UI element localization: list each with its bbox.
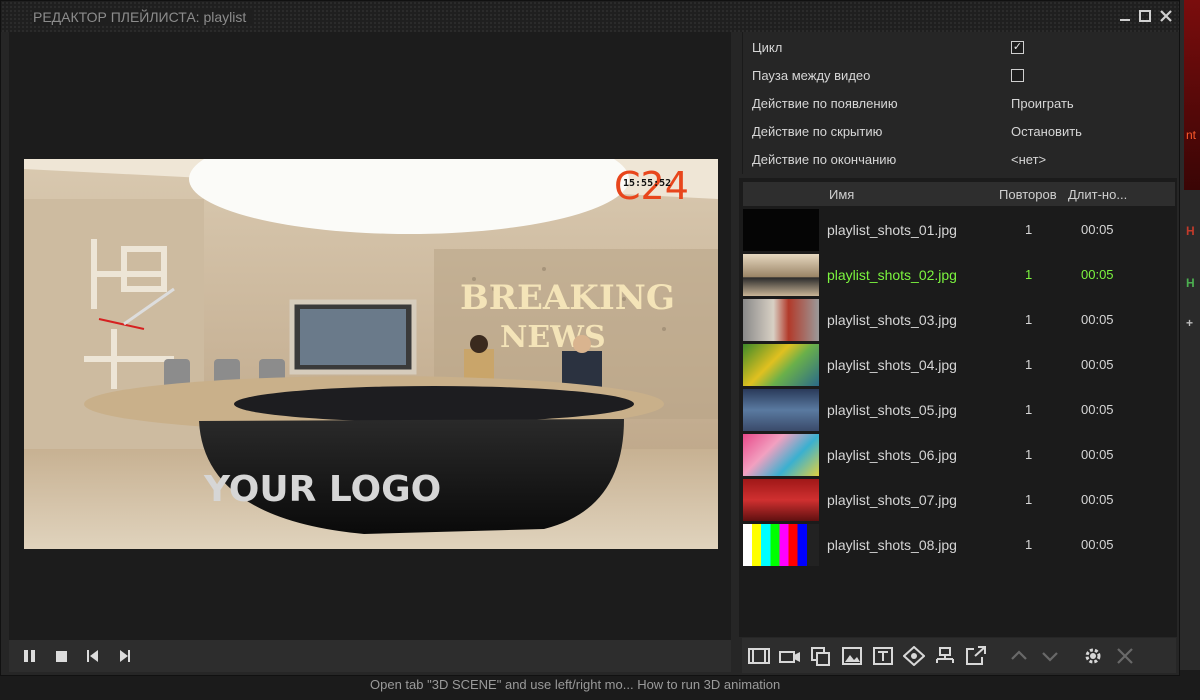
add-scene-icon[interactable] xyxy=(903,646,925,666)
on-hide-label: Действие по скрытию xyxy=(752,124,883,139)
thumbnail xyxy=(743,524,819,566)
background-app-banner: nt xyxy=(1184,0,1200,190)
item-name: playlist_shots_05.jpg xyxy=(827,402,957,418)
item-repeats: 1 xyxy=(1025,312,1033,327)
item-duration: 00:05 xyxy=(1081,222,1114,237)
preview-headline-line1: BREAKING xyxy=(460,278,675,318)
item-duration: 00:05 xyxy=(1081,492,1114,507)
thumbnail xyxy=(743,389,819,431)
title-bar[interactable]: РЕДАКТОР ПЛЕЙЛИСТА: playlist xyxy=(1,1,1179,32)
loop-checkbox[interactable]: ✓ xyxy=(1011,41,1024,54)
add-video-icon[interactable] xyxy=(748,646,770,666)
playlist-table: Имя Повторов Длит-но... playlist_shots_0… xyxy=(739,178,1177,637)
window-title: РЕДАКТОР ПЛЕЙЛИСТА: playlist xyxy=(33,9,255,25)
next-icon[interactable] xyxy=(116,648,134,664)
delete-icon[interactable] xyxy=(1114,646,1136,666)
close-icon[interactable] xyxy=(1158,8,1174,24)
item-name: playlist_shots_08.jpg xyxy=(827,537,957,553)
video-preview: BREAKING NEWS YOUR LOGO C24 15:55:52 xyxy=(24,159,718,549)
background-app-marker: Н xyxy=(1186,276,1195,290)
item-repeats: 1 xyxy=(1025,402,1033,417)
item-repeats: 1 xyxy=(1025,492,1033,507)
item-name: playlist_shots_02.jpg xyxy=(827,267,957,283)
item-name: playlist_shots_07.jpg xyxy=(827,492,957,508)
playlist-row[interactable]: playlist_shots_05.jpg 1 00:05 xyxy=(743,388,1175,433)
thumbnail xyxy=(743,254,819,296)
column-repeats[interactable]: Повторов xyxy=(999,187,1057,202)
item-name: playlist_shots_06.jpg xyxy=(827,447,957,463)
item-repeats: 1 xyxy=(1025,357,1033,372)
pause-label: Пауза между видео xyxy=(752,68,871,83)
thumbnail xyxy=(743,434,819,476)
add-network-icon[interactable] xyxy=(934,646,956,666)
thumbnail xyxy=(743,344,819,386)
preview-desk-logo: YOUR LOGO xyxy=(203,469,441,510)
pause-checkbox[interactable] xyxy=(1011,69,1024,82)
minimize-icon[interactable] xyxy=(1117,8,1133,24)
move-down-icon[interactable] xyxy=(1039,646,1061,666)
item-repeats: 1 xyxy=(1025,447,1033,462)
playlist-row[interactable]: playlist_shots_02.jpg 1 00:05 xyxy=(743,253,1175,298)
item-repeats: 1 xyxy=(1025,222,1033,237)
desktop: nt Н Н + Open tab "3D SCENE" and use lef… xyxy=(0,0,1200,700)
transport-bar xyxy=(9,640,731,672)
add-camera-icon[interactable] xyxy=(779,646,801,666)
item-repeats: 1 xyxy=(1025,267,1033,282)
open-external-icon[interactable] xyxy=(965,646,987,666)
settings-icon[interactable] xyxy=(1082,646,1104,666)
on-end-select[interactable]: <нет> xyxy=(1011,152,1046,167)
previous-icon[interactable] xyxy=(84,648,102,664)
column-duration[interactable]: Длит-но... xyxy=(1068,187,1127,202)
on-show-label: Действие по появлению xyxy=(752,96,898,111)
item-duration: 00:05 xyxy=(1081,402,1114,417)
playlist-toolbar xyxy=(742,638,1176,673)
column-name[interactable]: Имя xyxy=(829,187,854,202)
maximize-icon[interactable] xyxy=(1137,8,1153,24)
on-hide-row: Действие по скрытию Остановить xyxy=(743,117,1179,145)
background-app-marker: + xyxy=(1186,316,1194,330)
stop-icon[interactable] xyxy=(53,648,71,664)
thumbnail xyxy=(743,479,819,521)
preview-panel: BREAKING NEWS YOUR LOGO C24 15:55:52 xyxy=(9,32,731,672)
item-name: playlist_shots_01.jpg xyxy=(827,222,957,238)
on-show-select[interactable]: Проиграть xyxy=(1011,96,1074,111)
item-name: playlist_shots_03.jpg xyxy=(827,312,957,328)
on-end-row: Действие по окончанию <нет> xyxy=(743,145,1179,173)
item-duration: 00:05 xyxy=(1081,267,1114,282)
on-hide-select[interactable]: Остановить xyxy=(1011,124,1082,139)
move-up-icon[interactable] xyxy=(1008,646,1030,666)
background-app-marker: Н xyxy=(1186,224,1195,238)
pause-icon[interactable] xyxy=(21,648,39,664)
playlist-properties: Цикл ✓ Пауза между видео Действие по поя… xyxy=(742,32,1178,174)
preview-headline-line2: NEWS xyxy=(500,320,606,355)
on-show-row: Действие по появлению Проиграть xyxy=(743,89,1179,117)
loop-row: Цикл ✓ xyxy=(743,33,1179,61)
item-duration: 00:05 xyxy=(1081,357,1114,372)
item-name: playlist_shots_04.jpg xyxy=(827,357,957,373)
playlist-row[interactable]: playlist_shots_01.jpg 1 00:05 xyxy=(743,208,1175,253)
thumbnail xyxy=(743,209,819,251)
playlist-row[interactable]: playlist_shots_08.jpg 1 00:05 xyxy=(743,523,1175,568)
playlist-row[interactable]: playlist_shots_04.jpg 1 00:05 xyxy=(743,343,1175,388)
playlist-header: Имя Повторов Длит-но... xyxy=(743,182,1175,206)
playlist-row[interactable]: playlist_shots_07.jpg 1 00:05 xyxy=(743,478,1175,523)
preview-clock: 15:55:52 xyxy=(623,178,671,189)
playlist-editor-window: РЕДАКТОР ПЛЕЙЛИСТА: playlist BREAKING NE… xyxy=(0,0,1180,676)
item-duration: 00:05 xyxy=(1081,447,1114,462)
playlist-row[interactable]: playlist_shots_03.jpg 1 00:05 xyxy=(743,298,1175,343)
loop-label: Цикл xyxy=(752,40,783,55)
add-image-icon[interactable] xyxy=(841,646,863,666)
playlist-row[interactable]: playlist_shots_06.jpg 1 00:05 xyxy=(743,433,1175,478)
add-copy-icon[interactable] xyxy=(810,646,832,666)
add-text-icon[interactable] xyxy=(872,646,894,666)
background-app-hint: Open tab "3D SCENE" and use left/right m… xyxy=(370,677,781,692)
item-repeats: 1 xyxy=(1025,537,1033,552)
pause-row: Пауза между видео xyxy=(743,61,1179,89)
item-duration: 00:05 xyxy=(1081,537,1114,552)
thumbnail xyxy=(743,299,819,341)
item-duration: 00:05 xyxy=(1081,312,1114,327)
on-end-label: Действие по окончанию xyxy=(752,152,897,167)
